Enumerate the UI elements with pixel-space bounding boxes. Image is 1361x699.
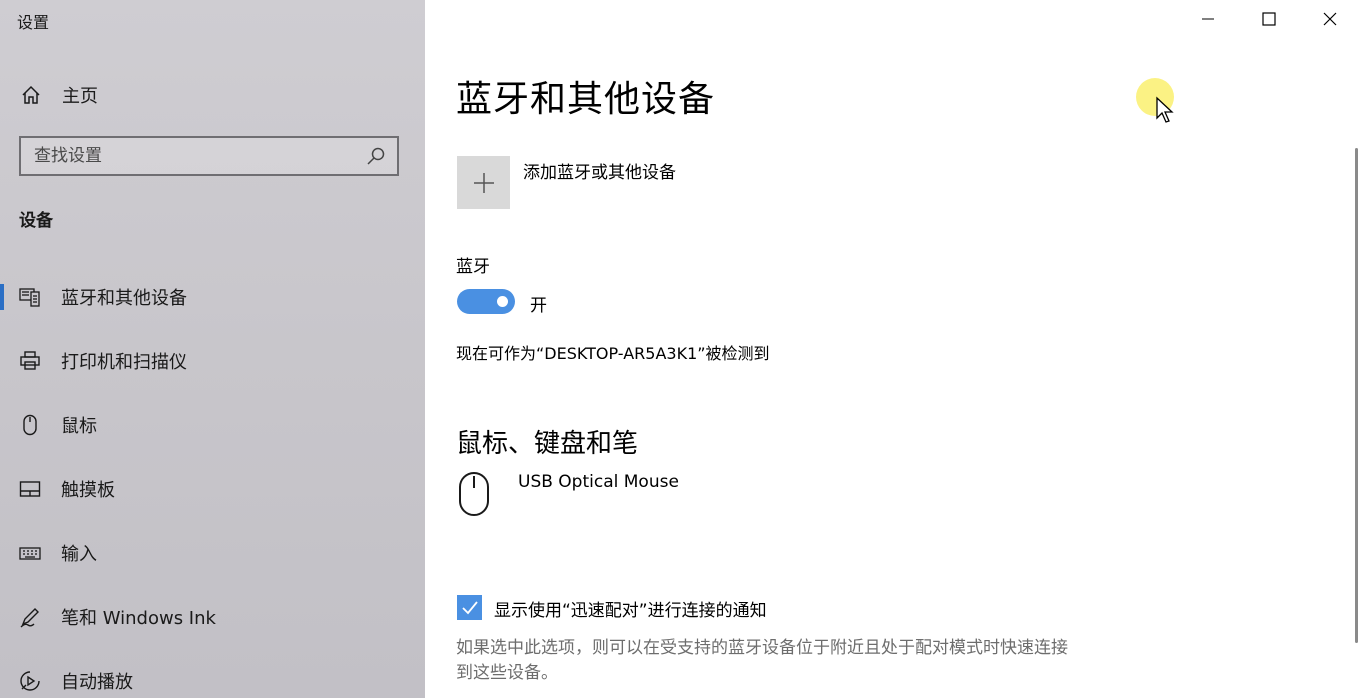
- search-box[interactable]: [19, 136, 399, 176]
- sidebar-item-bluetooth[interactable]: 蓝牙和其他设备: [0, 279, 425, 315]
- sidebar-item-autoplay[interactable]: 自动播放: [0, 663, 425, 699]
- maximize-icon: [1262, 12, 1276, 26]
- bluetooth-state: 开: [530, 296, 547, 316]
- sidebar-item-label: 鼠标: [61, 416, 97, 437]
- sidebar-item-label: 触摸板: [61, 480, 115, 501]
- bluetooth-device-icon: [19, 286, 41, 308]
- autoplay-icon: [19, 670, 41, 692]
- mouse-icon: [19, 414, 41, 436]
- swift-pair-checkbox[interactable]: [457, 595, 482, 620]
- minimize-button[interactable]: [1178, 0, 1238, 38]
- pen-icon: [19, 606, 41, 628]
- minimize-icon: [1202, 18, 1214, 20]
- sidebar: 设置 主页 设备 蓝牙和其他设备 打印机和扫描仪: [0, 0, 425, 698]
- scrollbar[interactable]: [1355, 148, 1358, 643]
- search-icon[interactable]: [365, 145, 387, 167]
- toggle-knob: [497, 296, 508, 307]
- sidebar-item-pen[interactable]: 笔和 Windows Ink: [0, 599, 425, 635]
- sidebar-item-label: 笔和 Windows Ink: [61, 608, 216, 629]
- plus-icon: [473, 172, 494, 193]
- check-icon: [461, 600, 478, 614]
- add-device-label[interactable]: 添加蓝牙或其他设备: [523, 158, 676, 183]
- sidebar-item-printers[interactable]: 打印机和扫描仪: [0, 343, 425, 379]
- close-icon: [1323, 12, 1337, 26]
- keyboard-icon: [19, 542, 41, 564]
- device-name: USB Optical Mouse: [518, 472, 679, 492]
- home-link[interactable]: 主页: [20, 82, 98, 108]
- sidebar-item-label: 输入: [61, 544, 97, 565]
- cursor-icon: [1156, 96, 1174, 123]
- swift-pair-description: 如果选中此选项，则可以在受支持的蓝牙设备位于附近且处于配对模式时快速连接到这些设…: [456, 638, 1068, 683]
- bluetooth-toggle[interactable]: [457, 289, 515, 314]
- sidebar-item-label: 蓝牙和其他设备: [61, 288, 187, 309]
- home-icon: [22, 85, 40, 104]
- touchpad-icon: [19, 478, 41, 500]
- mouse-keyboard-pen-heading: 鼠标、键盘和笔: [456, 429, 639, 459]
- home-label: 主页: [62, 86, 98, 107]
- device-item[interactable]: USB Optical Mouse: [457, 470, 679, 522]
- discoverable-text: 现在可作为“DESKTOP-AR5A3K1”被检测到: [456, 344, 770, 363]
- sidebar-item-typing[interactable]: 输入: [0, 535, 425, 571]
- mouse-icon: [459, 472, 489, 516]
- bluetooth-label: 蓝牙: [456, 257, 490, 277]
- sidebar-item-label: 自动播放: [61, 672, 133, 693]
- swift-pair-label[interactable]: 显示使用“迅速配对”进行连接的通知: [494, 596, 767, 621]
- maximize-button[interactable]: [1239, 0, 1299, 38]
- add-device-button[interactable]: [457, 156, 510, 209]
- sidebar-item-label: 打印机和扫描仪: [61, 352, 187, 373]
- section-title: 设备: [19, 211, 53, 231]
- close-button[interactable]: [1300, 0, 1360, 38]
- sidebar-item-touchpad[interactable]: 触摸板: [0, 471, 425, 507]
- main-content: 蓝牙和其他设备 添加蓝牙或其他设备 蓝牙 开 现在可作为“DESKTOP-AR5…: [425, 0, 1361, 698]
- app-title: 设置: [17, 13, 50, 32]
- search-input[interactable]: [21, 145, 365, 167]
- page-title: 蓝牙和其他设备: [456, 79, 716, 120]
- printer-icon: [19, 350, 41, 372]
- sidebar-item-mouse[interactable]: 鼠标: [0, 407, 425, 443]
